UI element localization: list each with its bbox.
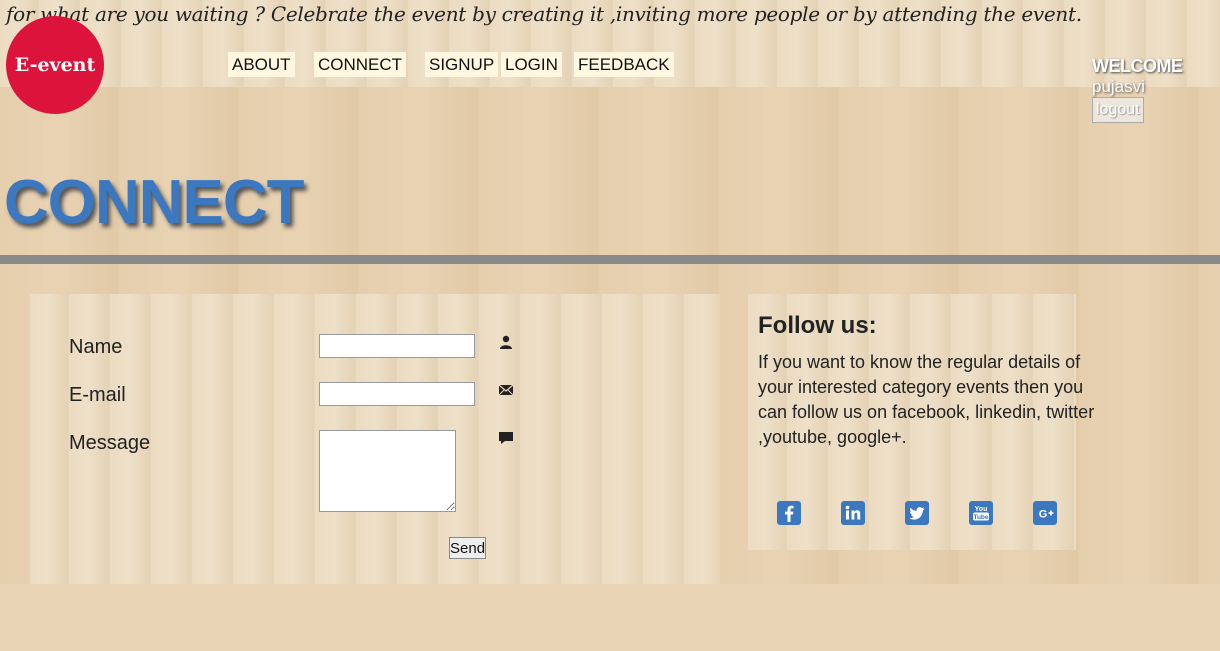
- svg-text:You: You: [975, 506, 988, 513]
- nav-login[interactable]: LOGIN: [501, 52, 562, 77]
- svg-text:Tube: Tube: [973, 514, 988, 521]
- user-icon: [500, 335, 512, 349]
- nav-about[interactable]: ABOUT: [228, 52, 295, 77]
- tagline: for what are you waiting ? Celebrate the…: [6, 2, 1082, 26]
- welcome-label: WELCOME: [1092, 56, 1183, 76]
- page-title: CONNECT: [4, 168, 305, 237]
- divider: [0, 255, 1220, 264]
- youtube-icon[interactable]: You Tube: [969, 501, 993, 525]
- page-footer-area: [0, 584, 1220, 651]
- linkedin-icon[interactable]: [841, 501, 865, 525]
- follow-panel: Follow us: If you want to know the regul…: [748, 294, 1094, 550]
- nav-connect[interactable]: CONNECT: [314, 52, 407, 77]
- facebook-icon[interactable]: [777, 501, 801, 525]
- logo[interactable]: E-event: [6, 16, 104, 114]
- email-label: E-mail: [69, 384, 126, 406]
- header-band: for what are you waiting ? Celebrate the…: [0, 0, 1220, 87]
- svg-text:G: G: [1039, 509, 1048, 521]
- twitter-icon[interactable]: [905, 501, 929, 525]
- logout-button[interactable]: logout: [1092, 97, 1144, 123]
- google-plus-icon[interactable]: G: [1033, 501, 1057, 525]
- follow-text: If you want to know the regular details …: [758, 352, 1095, 447]
- nav-signup[interactable]: SIGNUP: [425, 52, 499, 77]
- message-label: Message: [69, 432, 151, 454]
- username: pujasvi: [1092, 77, 1145, 96]
- follow-title: Follow us:: [758, 312, 877, 339]
- name-label: Name: [69, 336, 123, 358]
- hero-banner: CONNECT: [0, 87, 1220, 255]
- email-input[interactable]: [319, 382, 475, 406]
- user-panel: WELCOME pujasvi logout: [1092, 56, 1183, 123]
- envelope-icon: [498, 384, 514, 396]
- content-area: Name E-mail Message Send Follow us: If y…: [0, 284, 1220, 584]
- send-button[interactable]: Send: [449, 537, 486, 559]
- message-textarea[interactable]: [319, 430, 456, 512]
- divider-strip: [0, 264, 1220, 284]
- name-input[interactable]: [319, 334, 475, 358]
- nav-feedback[interactable]: FEEDBACK: [574, 52, 674, 77]
- contact-form: Name E-mail Message Send: [30, 294, 720, 584]
- comment-icon: [499, 432, 513, 444]
